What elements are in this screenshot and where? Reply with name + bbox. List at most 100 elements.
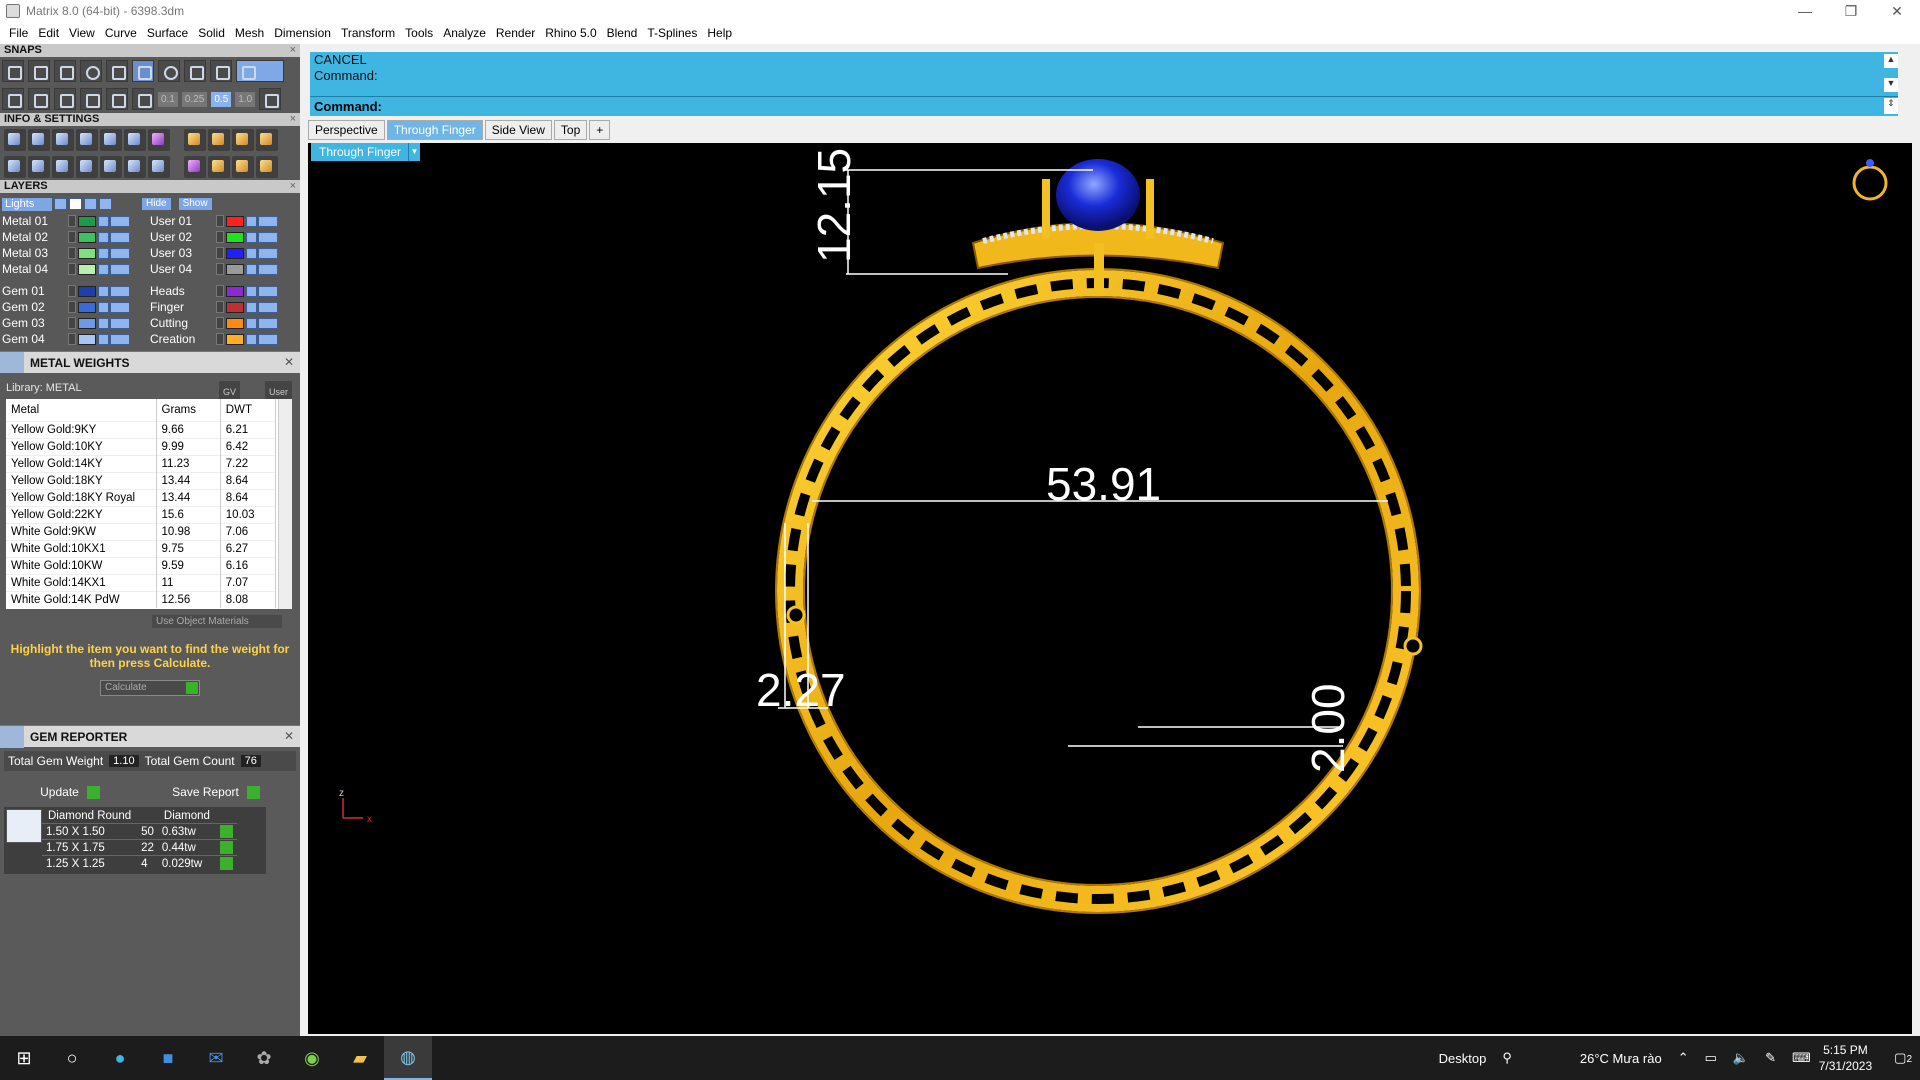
layer-visibility-icon[interactable] [110, 231, 130, 243]
layer-visibility-icon[interactable] [258, 263, 278, 275]
settings-icon[interactable] [4, 128, 26, 151]
import-icon[interactable] [256, 128, 278, 151]
metal-table-scrollbar[interactable] [278, 399, 292, 609]
layer-color-swatch[interactable] [78, 301, 96, 313]
metal-row[interactable]: Yellow Gold:14KY 11.23 7.22 [6, 454, 277, 472]
viewport-through-finger[interactable]: 12.15 53.91 2.27 2.00 z x Through Finger… [308, 143, 1912, 1034]
grid-icon[interactable] [2, 88, 24, 110]
print-icon[interactable] [52, 128, 74, 151]
metal-row[interactable]: Yellow Gold:22KY 15.6 10.03 [6, 505, 277, 523]
volume-icon[interactable]: 🔈 [1733, 1050, 1749, 1066]
layer-color-swatch[interactable] [226, 231, 244, 243]
snap-toggle-button[interactable] [236, 60, 284, 82]
ortho-icon[interactable] [80, 88, 102, 110]
layer-expand-icon[interactable] [216, 263, 224, 275]
layer-expand-icon[interactable] [68, 333, 76, 345]
metal-row[interactable]: Yellow Gold:10KY 9.99 6.42 [6, 437, 277, 455]
material-icon[interactable] [184, 155, 206, 178]
layer-lock-icon[interactable] [98, 333, 109, 345]
metal-column-header[interactable]: Grams [156, 399, 221, 421]
box-icon[interactable] [52, 155, 74, 178]
layer-expand-icon[interactable] [216, 317, 224, 329]
menu-solid[interactable]: Solid [193, 26, 230, 40]
layer-lock-icon[interactable] [246, 285, 257, 297]
scroll-down-icon[interactable]: ▼ [1884, 78, 1898, 92]
layers-icon[interactable] [76, 128, 98, 151]
layer-row-gem-02[interactable]: Gem 02 [2, 299, 144, 315]
search-icon[interactable]: ○ [48, 1036, 96, 1080]
menu-t-splines[interactable]: T-Splines [642, 26, 702, 40]
cylinder-icon[interactable] [76, 155, 98, 178]
layer-expand-icon[interactable] [68, 263, 76, 275]
layer-visibility-icon[interactable] [110, 317, 130, 329]
command-scroll-icon[interactable]: ⇕ [1884, 98, 1898, 114]
layer-expand-icon[interactable] [68, 231, 76, 243]
layer-row-metal-02[interactable]: Metal 02 [2, 229, 144, 245]
layer-visibility-icon[interactable] [258, 231, 278, 243]
lights-toggle[interactable] [54, 198, 67, 210]
metal-row[interactable]: White Gold:14K PdW 12.56 8.08 [6, 590, 277, 608]
app-green-icon[interactable]: ◉ [288, 1036, 336, 1080]
viewport-dropdown-icon[interactable]: ▼ [408, 143, 420, 161]
layer-visibility-icon[interactable] [258, 333, 278, 345]
menu-help[interactable]: Help [702, 26, 737, 40]
metal-row[interactable]: Yellow Gold:18KY Royal 13.44 8.64 [6, 488, 277, 506]
layer-expand-icon[interactable] [216, 215, 224, 227]
store-icon[interactable]: ■ [144, 1036, 192, 1080]
menu-rhino-5-0[interactable]: Rhino 5.0 [540, 26, 601, 40]
zoom-icon[interactable] [28, 128, 50, 151]
menu-view[interactable]: View [64, 26, 100, 40]
layer-visibility-icon[interactable] [258, 215, 278, 227]
layer-row-user-02[interactable]: User 02 [150, 229, 292, 245]
layer-expand-icon[interactable] [68, 247, 76, 259]
layer-expand-icon[interactable] [216, 333, 224, 345]
metal-row[interactable]: Yellow Gold:9KY 9.66 6.21 [6, 420, 277, 438]
layer-color-swatch[interactable] [226, 263, 244, 275]
snap-value-3[interactable]: 0.5 [211, 91, 232, 107]
layer-lock-icon[interactable] [246, 215, 257, 227]
menu-dimension[interactable]: Dimension [269, 26, 336, 40]
keyboard-icon[interactable]: ⌨ [1792, 1050, 1811, 1066]
menu-transform[interactable]: Transform [336, 26, 400, 40]
layer-visibility-icon[interactable] [110, 247, 130, 259]
layer-color-swatch[interactable] [226, 285, 244, 297]
layer-row-metal-01[interactable]: Metal 01 [2, 213, 144, 229]
snap-center-icon[interactable] [158, 60, 180, 82]
gem-row[interactable]: 1.50 X 1.50 50 0.63tw [42, 823, 237, 840]
render-icon[interactable] [184, 128, 206, 151]
layer-visibility-icon[interactable] [258, 247, 278, 259]
restore-button[interactable]: ❐ [1828, 0, 1874, 22]
layer-row-gem-01[interactable]: Gem 01 [2, 283, 144, 299]
layer-color-swatch[interactable] [226, 247, 244, 259]
layer-row-user-03[interactable]: User 03 [150, 245, 292, 261]
layer-row-gem-03[interactable]: Gem 03 [2, 315, 144, 331]
layer-row-user-01[interactable]: User 01 [150, 213, 292, 229]
layer-visibility-icon[interactable] [110, 215, 130, 227]
layer-lock-icon[interactable] [246, 333, 257, 345]
planar-icon[interactable] [106, 88, 128, 110]
close-icon[interactable]: × [290, 180, 296, 193]
pen-icon[interactable]: ✎ [1765, 1050, 1776, 1066]
lights-lock-icon[interactable] [84, 198, 97, 210]
close-button[interactable]: ✕ [1874, 0, 1920, 22]
snap-plus-icon[interactable] [54, 60, 76, 82]
layer-lock-icon[interactable] [98, 317, 109, 329]
close-icon[interactable]: × [290, 113, 296, 126]
snap-mid-icon[interactable] [184, 60, 206, 82]
layer-color-swatch[interactable] [78, 263, 96, 275]
layer-expand-icon[interactable] [216, 301, 224, 313]
matrix-app-icon[interactable]: ◍ [384, 1036, 432, 1080]
layer-expand-icon[interactable] [68, 317, 76, 329]
metal-row[interactable]: White Gold:10KW 9.59 6.16 [6, 556, 277, 574]
people-icon[interactable]: ⚲ [1502, 1050, 1512, 1066]
menu-mesh[interactable]: Mesh [230, 26, 269, 40]
command-input[interactable]: Command: [310, 96, 1898, 116]
transform-icon[interactable] [124, 155, 146, 178]
ring-orientation-icon[interactable] [1852, 159, 1888, 201]
snap-value-1[interactable]: 0.1 [158, 91, 178, 107]
metal-row[interactable]: White Gold:10KX1 9.75 6.27 [6, 539, 277, 557]
snap-perp-icon[interactable] [106, 60, 128, 82]
layer-lock-icon[interactable] [246, 247, 257, 259]
layer-row-creation[interactable]: Creation [150, 331, 292, 347]
close-icon[interactable]: × [290, 44, 296, 57]
